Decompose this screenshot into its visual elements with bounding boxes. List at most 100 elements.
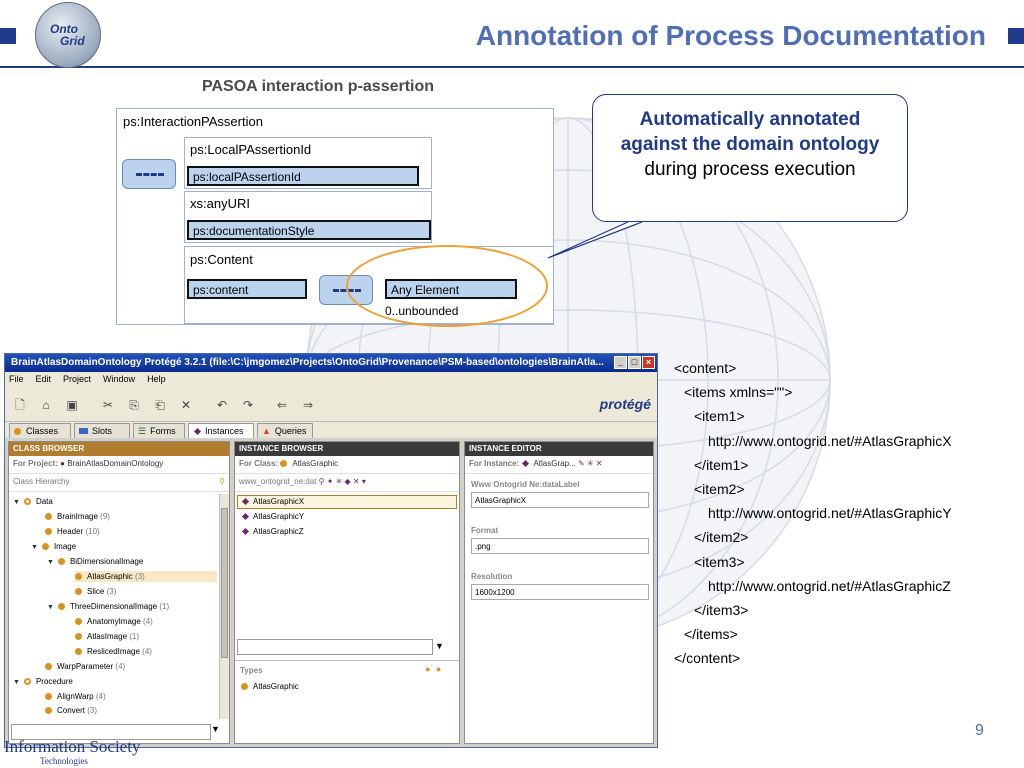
schema-box-anyuri: xs:anyURI ps:documentationStyle xyxy=(184,191,432,243)
tree-item-image[interactable]: ▼ Image xyxy=(31,542,76,551)
tree-item-atlasimage[interactable]: AtlasImage (1) xyxy=(75,632,139,641)
sequence-connector-icon xyxy=(122,159,176,189)
instance-item[interactable]: AtlasGraphicZ xyxy=(241,527,304,536)
instance-search-input[interactable] xyxy=(237,639,433,655)
schema-box-local-id: ps:LocalPAssertionId ps:localPAssertionI… xyxy=(184,137,432,189)
tree-item-header[interactable]: Header (10) xyxy=(45,527,100,536)
tree-item-anatomyimage[interactable]: AnatomyImage (4) xyxy=(75,617,153,626)
tree-item-slice[interactable]: Slice (3) xyxy=(75,587,116,596)
save-icon[interactable]: ▣ xyxy=(65,398,79,412)
tab-instances-label: Instances xyxy=(205,426,244,436)
menu-help[interactable]: Help xyxy=(147,374,166,386)
copy-icon[interactable]: ⎘ xyxy=(127,398,141,412)
add-type-icon[interactable]: ●˙ ● xyxy=(425,664,441,674)
tree-item-reslicedimage[interactable]: ReslicedImage (4) xyxy=(75,647,152,656)
instance-editor-header: INSTANCE EDITOR xyxy=(465,442,653,456)
minimize-icon[interactable]: _ xyxy=(614,356,627,369)
class-tree: ▼ Data BrainImage (9) Header (10) ▼ Image … xyxy=(9,494,219,719)
type-item[interactable]: AtlasGraphic xyxy=(241,682,299,691)
window-titlebar[interactable]: BrainAtlasDomainOntology Protégé 3.2.1 (… xyxy=(5,354,657,372)
back-icon[interactable]: ⇐ xyxy=(275,398,289,412)
xml-content-listing: <content> <items xmlns=""> <item1> http:… xyxy=(674,356,952,671)
datalabel-field-label: Www Ontogrid Ne:dataLabel xyxy=(471,480,580,489)
tab-slots[interactable]: Slots xyxy=(74,423,130,438)
slide-title: Annotation of Process Documentation xyxy=(475,20,986,51)
protege-window: BrainAtlasDomainOntology Protégé 3.2.1 (… xyxy=(4,353,658,748)
types-label: Types xyxy=(240,666,263,675)
menu-edit[interactable]: Edit xyxy=(36,374,52,386)
tree-item-brainimage[interactable]: BrainImage (9) xyxy=(45,512,110,521)
new-file-icon[interactable]: 🗋 xyxy=(13,398,27,412)
ontogrid-logo: Onto Grid xyxy=(35,2,101,68)
instance-search-dropdown-icon[interactable]: ▼ xyxy=(435,641,444,651)
for-project-label: For Project: xyxy=(13,459,58,468)
instance-toolbar: www_ontogrid_ne:dat ⚲ ✦ ✳ ◆ ✕ ▾ xyxy=(235,474,459,492)
menu-window[interactable]: Window xyxy=(103,374,135,386)
forward-icon[interactable]: ⇒ xyxy=(301,398,315,412)
undo-icon[interactable]: ↶ xyxy=(215,398,229,412)
queries-tab-icon: ▲ xyxy=(262,426,271,436)
find-class-icon[interactable]: ⚲ xyxy=(219,477,225,486)
tree-item-bidimensionalimage[interactable]: ▼ BiDimensionalImage xyxy=(47,557,143,566)
editor-tool-icons[interactable]: ✎ ✳ ✕ xyxy=(578,459,603,468)
tab-queries-label: Queries xyxy=(274,426,307,436)
tab-classes[interactable]: Classes xyxy=(9,423,71,438)
maximize-icon[interactable]: □ xyxy=(628,356,641,369)
format-field-label: Format xyxy=(471,526,499,535)
redo-icon[interactable]: ↷ xyxy=(241,398,255,412)
paste-icon[interactable]: ⎗ xyxy=(153,398,167,412)
schema-root-label: ps:InteractionPAssertion xyxy=(123,114,263,129)
resolution-field[interactable]: 1600x1200 xyxy=(471,584,649,600)
cut-icon[interactable]: ✂ xyxy=(101,398,115,412)
class-hierarchy-text: Class Hierarchy xyxy=(13,477,70,486)
class-tree-scrollbar[interactable] xyxy=(219,494,229,719)
window-title: BrainAtlasDomainOntology Protégé 3.2.1 (… xyxy=(11,357,604,368)
page-number: 9 xyxy=(975,722,984,739)
xml-line: </item1> xyxy=(694,456,749,473)
xml-line: <item3> xyxy=(694,553,745,570)
instance-item[interactable]: AtlasGraphicX xyxy=(241,497,304,506)
menu-file[interactable]: File xyxy=(9,374,24,386)
delete-icon[interactable]: ✕ xyxy=(179,398,193,412)
schema-field: ps:localPAssertionId xyxy=(187,166,419,186)
class-search-dropdown-icon[interactable]: ▼ xyxy=(211,724,220,734)
xml-line: <item1> xyxy=(694,408,745,425)
menu-project[interactable]: Project xyxy=(63,374,91,386)
open-folder-icon[interactable]: ⌂ xyxy=(39,398,53,412)
datalabel-field[interactable]: AtlasGraphicX xyxy=(471,492,649,508)
xml-line: </item3> xyxy=(694,602,749,619)
instance-item[interactable]: AtlasGraphicY xyxy=(241,512,304,521)
close-icon[interactable]: × xyxy=(642,356,655,369)
tree-item-warpparameter[interactable]: WarpParameter (4) xyxy=(45,662,125,671)
selected-class-name: AtlasGraphic xyxy=(292,459,339,468)
format-field[interactable]: .png xyxy=(471,538,649,554)
project-icon: ● xyxy=(60,459,65,468)
tree-item-alignwarp[interactable]: AlignWarp (4) xyxy=(45,692,106,701)
tab-forms[interactable]: ☰ Forms xyxy=(133,423,185,438)
class-browser-panel: CLASS BROWSER For Project: ● BrainAtlasD… xyxy=(8,441,230,744)
tree-item-threedimensionalimage[interactable]: ▼ ThreeDimensionalImage (1) xyxy=(47,602,169,611)
instance-tool-icons[interactable]: ⚲ ✦ ✳ ◆ ✕ ▾ xyxy=(319,477,366,486)
display-slot-label: www_ontogrid_ne:dat xyxy=(239,477,317,486)
ist-footer-subtitle: Technologies xyxy=(40,756,88,766)
xml-line: http://www.ontogrid.net/#AtlasGraphicY xyxy=(708,505,952,522)
schema-field: ps:content xyxy=(187,279,307,299)
forms-tab-icon: ☰ xyxy=(138,426,147,436)
for-project-row: For Project: ● BrainAtlasDomainOntology xyxy=(9,456,229,474)
tab-queries[interactable]: ▲ Queries xyxy=(257,423,313,438)
annotation-callout: Automatically annotated against the doma… xyxy=(592,94,908,222)
selected-instance-name: AtlasGrap... xyxy=(533,459,576,468)
tree-item-convert[interactable]: Convert (3) xyxy=(45,706,97,715)
tree-item-procedure[interactable]: ▼ Procedure xyxy=(13,677,73,686)
xml-line: <item2> xyxy=(694,481,745,498)
tree-item-data[interactable]: ▼ Data xyxy=(13,497,53,506)
instance-icon xyxy=(522,459,530,468)
highlight-ellipse xyxy=(346,245,548,327)
tree-item-atlasgraphic[interactable]: AtlasGraphic (3) xyxy=(75,571,217,582)
slots-tab-icon xyxy=(79,428,88,434)
xml-line: </item2> xyxy=(694,529,749,546)
classes-tab-icon xyxy=(14,428,21,435)
xml-line: </items> xyxy=(684,626,738,643)
protege-brand-logo: protégé xyxy=(599,396,651,412)
tab-instances[interactable]: Instances xyxy=(188,423,254,438)
